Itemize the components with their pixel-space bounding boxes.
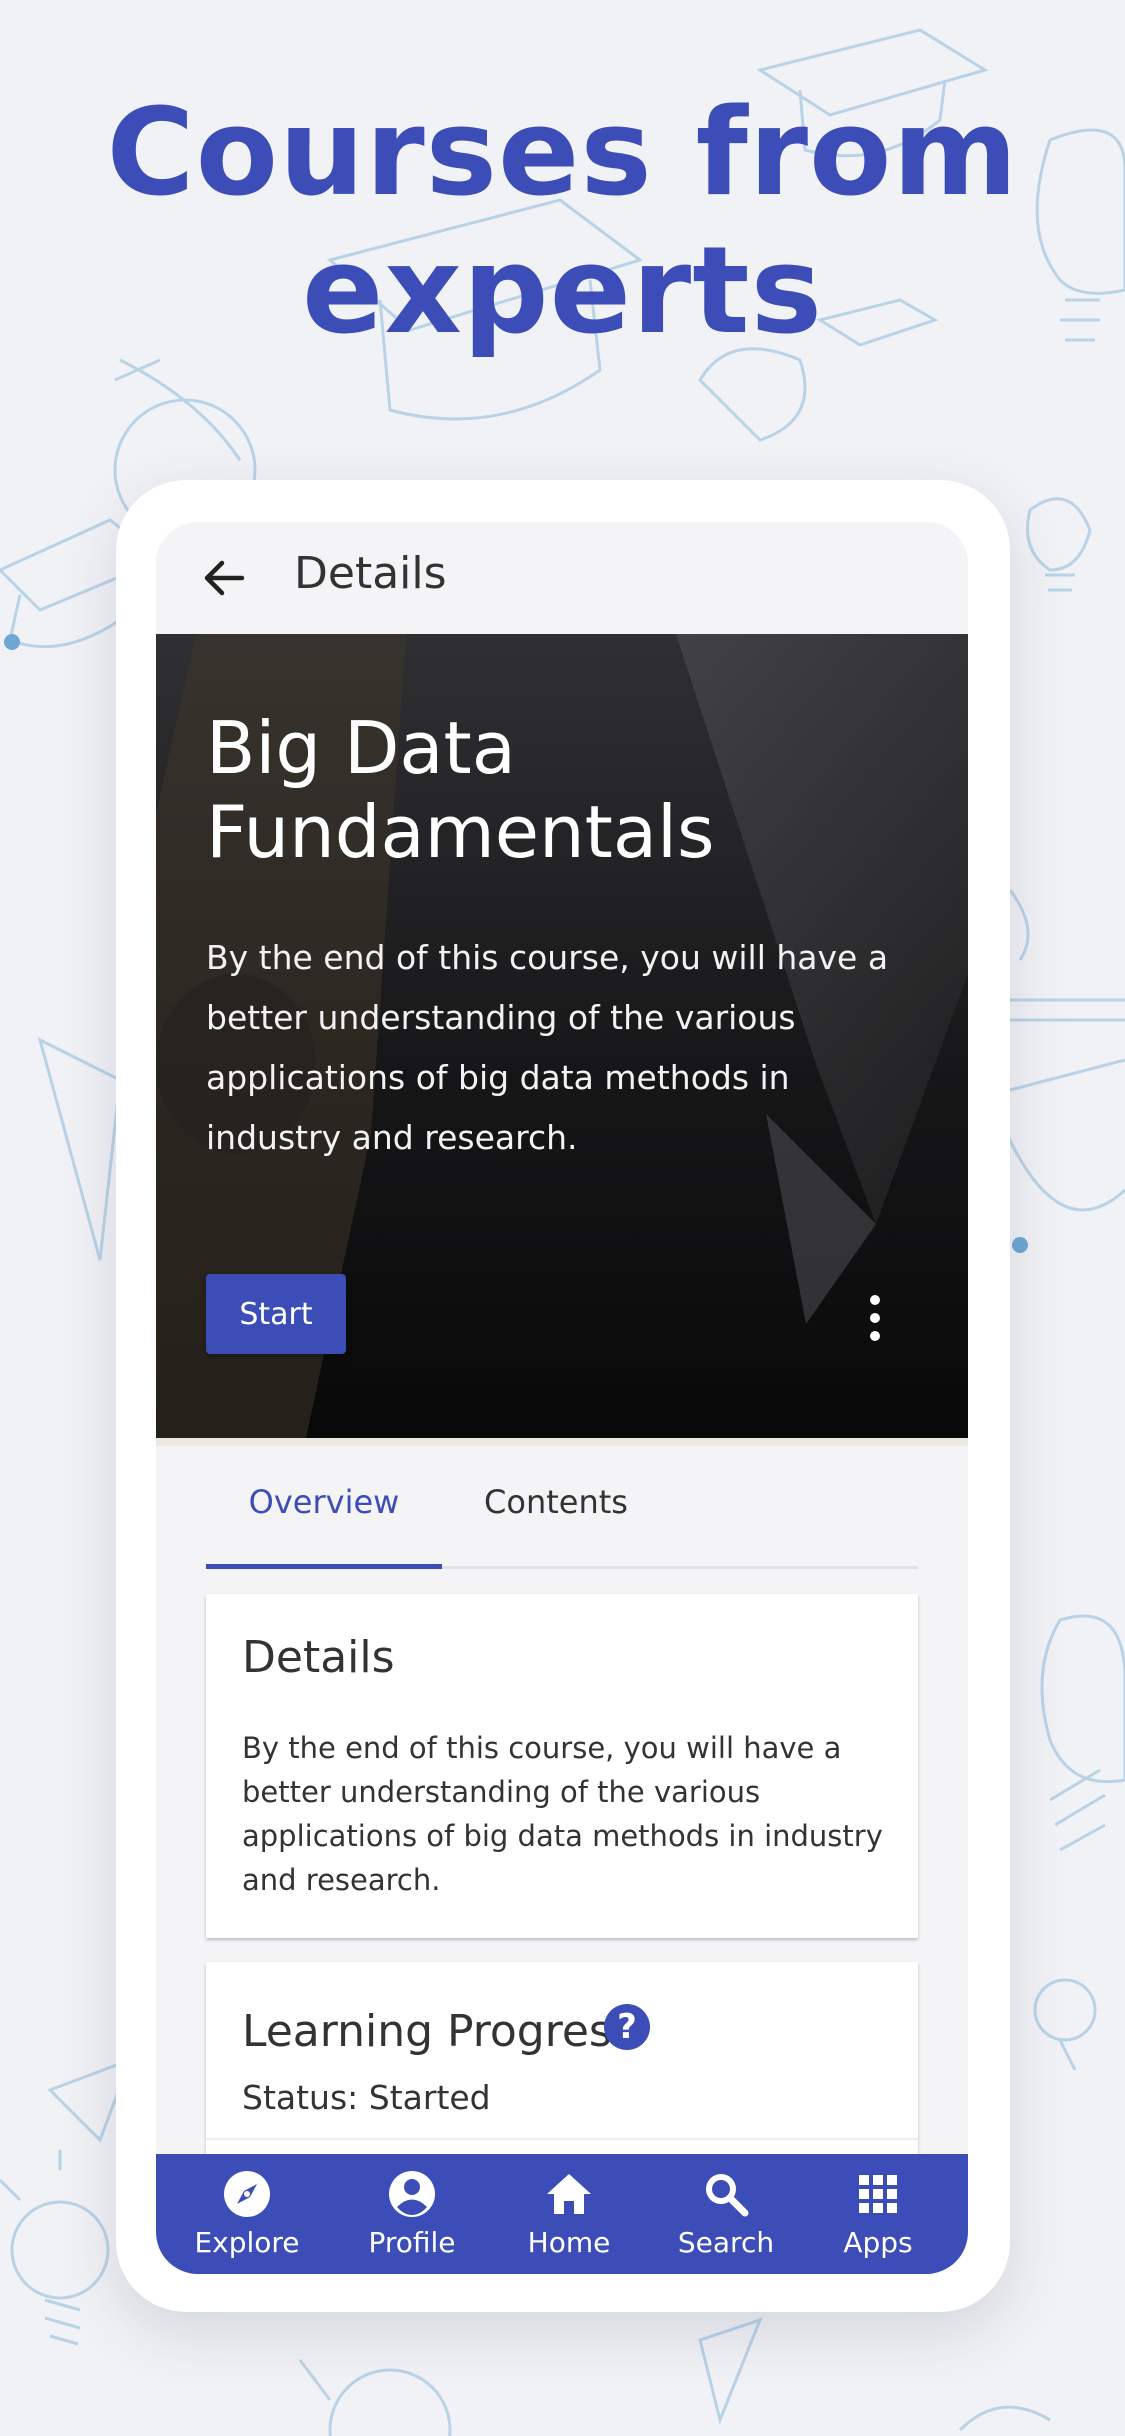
home-icon	[547, 2174, 591, 2214]
nav-label-home: Home	[527, 2226, 611, 2259]
learning-progress-card: Learning Progress ? Status: Started	[206, 1962, 918, 2162]
hero-divider	[156, 1438, 968, 1446]
app-bar: Details	[156, 522, 968, 634]
tab-overview-label: Overview	[248, 1483, 400, 1521]
learning-progress-title: Learning Progress	[242, 2006, 635, 2057]
nav-item-search[interactable]: Search	[651, 2154, 801, 2274]
course-description: By the end of this course, you will have…	[206, 938, 889, 1157]
more-vertical-icon	[870, 1295, 880, 1341]
details-card-body: By the end of this course, you will have…	[242, 1731, 883, 1897]
apps-grid-icon	[859, 2175, 897, 2213]
tab-contents-label: Contents	[484, 1483, 628, 1521]
page-title: Details	[294, 548, 447, 599]
nav-label-search: Search	[677, 2226, 775, 2259]
search-icon	[706, 2174, 749, 2217]
course-title-line2: Fundamentals	[206, 790, 715, 874]
details-card-title: Details	[242, 1632, 395, 1683]
course-title-line1: Big Data	[206, 706, 516, 790]
start-button[interactable]: Start	[206, 1274, 346, 1354]
nav-label-profile: Profile	[368, 2226, 456, 2259]
app-screen: Details Big Data Fundamentals By the end…	[156, 522, 968, 2274]
course-title: Big Data Fundamentals	[206, 706, 906, 874]
course-tabs: Overview Contents	[206, 1446, 918, 1569]
compass-icon	[224, 2171, 270, 2217]
back-button[interactable]	[196, 552, 252, 604]
course-hero: Big Data Fundamentals By the end of this…	[156, 634, 968, 1438]
account-circle-icon	[389, 2171, 435, 2217]
active-tab-indicator	[206, 1564, 442, 1569]
nav-item-apps[interactable]: Apps	[803, 2154, 953, 2274]
nav-label-apps: Apps	[843, 2226, 913, 2259]
nav-item-profile[interactable]: Profile	[337, 2154, 487, 2274]
nav-item-home[interactable]: Home	[494, 2154, 644, 2274]
promo-headline-line2: experts	[301, 222, 824, 361]
help-circle-icon[interactable]: ?	[604, 2004, 650, 2050]
details-card: Details By the end of this course, you w…	[206, 1594, 918, 1938]
progress-status: Status: Started	[242, 2078, 491, 2117]
tab-contents[interactable]: Contents	[466, 1446, 646, 1566]
promo-headline: Courses from experts	[0, 85, 1125, 361]
nav-item-explore[interactable]: Explore	[172, 2154, 322, 2274]
phone-mockup: Details Big Data Fundamentals By the end…	[116, 480, 1010, 2312]
arrow-left-icon	[204, 560, 245, 596]
more-options-button[interactable]	[858, 1286, 892, 1350]
bottom-navigation: Explore Profile Home Search Apps	[156, 2154, 968, 2274]
nav-label-explore: Explore	[194, 2226, 300, 2259]
promo-headline-line1: Courses from	[106, 84, 1019, 223]
tab-overview[interactable]: Overview	[206, 1446, 442, 1569]
progress-divider	[206, 2138, 918, 2140]
